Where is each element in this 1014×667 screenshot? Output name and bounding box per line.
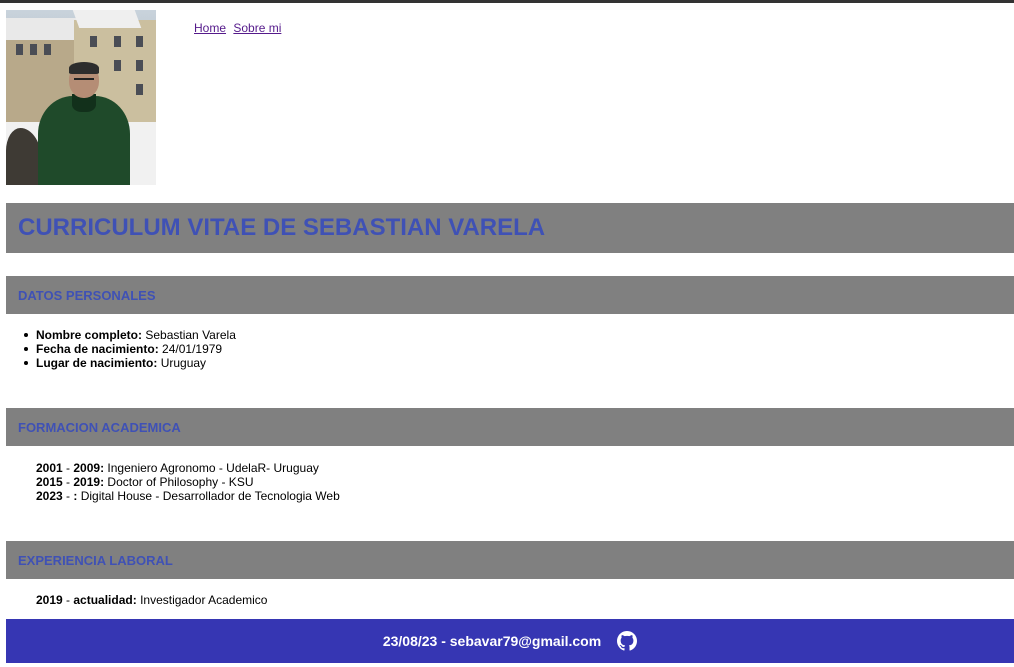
photo-person-glasses	[74, 78, 94, 82]
photo-window	[136, 84, 143, 95]
page-footer: 23/08/23 - sebavar79@gmail.com	[6, 619, 1014, 663]
section-heading-personal: DATOS PERSONALES	[6, 276, 1014, 314]
photo-person-hat	[69, 62, 99, 74]
nav-link-home[interactable]: Home	[194, 21, 226, 35]
item-value: Investigador Academico	[140, 593, 268, 607]
item-end: 2009:	[73, 461, 105, 475]
photo-window	[90, 36, 97, 47]
photo-window	[114, 36, 121, 47]
item-value: Doctor of Philosophy - KSU	[107, 475, 254, 489]
photo-roof-right	[72, 10, 142, 28]
item-sep: -	[62, 593, 74, 607]
photo-window	[136, 36, 143, 47]
item-value: Uruguay	[160, 356, 207, 370]
item-sep: -	[62, 489, 74, 503]
page-title: CURRICULUM VITAE DE SEBASTIAN VARELA	[6, 203, 1014, 253]
list-item: Lugar de nacimiento: Uruguay	[24, 356, 236, 370]
photo-window	[44, 44, 51, 55]
item-value: Sebastian Varela	[145, 328, 236, 342]
profile-photo	[6, 10, 156, 185]
education-list: 2001 - 2009: Ingeniero Agronomo - UdelaR…	[36, 461, 340, 503]
item-start: 2015	[36, 475, 63, 489]
item-label: Nombre completo:	[36, 328, 143, 342]
list-item: Fecha de nacimiento: 24/01/1979	[24, 342, 236, 356]
top-border	[0, 0, 1014, 3]
section-heading-education: FORMACION ACADEMICA	[6, 408, 1014, 446]
github-icon[interactable]	[617, 631, 638, 651]
item-start: 2001	[36, 461, 63, 475]
list-item: 2019 - actualidad: Investigador Academic…	[36, 593, 267, 607]
item-label: Fecha de nacimiento:	[36, 342, 159, 356]
item-end: actualidad:	[73, 593, 137, 607]
item-sep: -	[62, 475, 74, 489]
item-value: Ingeniero Agronomo - UdelaR- Uruguay	[107, 461, 319, 475]
item-label: Lugar de nacimiento:	[36, 356, 158, 370]
photo-window	[16, 44, 23, 55]
item-value: Digital House - Desarrollador de Tecnolo…	[80, 489, 340, 503]
nav-link-about[interactable]: Sobre mi	[233, 21, 281, 35]
list-item: 2001 - 2009: Ingeniero Agronomo - UdelaR…	[36, 461, 340, 475]
work-list: 2019 - actualidad: Investigador Academic…	[36, 593, 267, 607]
photo-window	[114, 60, 121, 71]
personal-details: Nombre completo: Sebastian Varela Fecha …	[24, 328, 236, 370]
main-nav: Home Sobre mi	[194, 21, 285, 35]
section-heading-work: EXPERIENCIA LABORAL	[6, 541, 1014, 579]
list-item: Nombre completo: Sebastian Varela	[24, 328, 236, 342]
item-start: 2023	[36, 489, 63, 503]
list-item: 2015 - 2019: Doctor of Philosophy - KSU	[36, 475, 340, 489]
list-item: 2023 - : Digital House - Desarrollador d…	[36, 489, 340, 503]
item-start: 2019	[36, 593, 63, 607]
item-sep: -	[62, 461, 74, 475]
photo-window	[30, 44, 37, 55]
footer-text: 23/08/23 - sebavar79@gmail.com	[382, 633, 602, 649]
photo-window	[136, 60, 143, 71]
item-end: :	[73, 489, 78, 503]
item-end: 2019:	[73, 475, 105, 489]
item-value: 24/01/1979	[162, 342, 223, 356]
